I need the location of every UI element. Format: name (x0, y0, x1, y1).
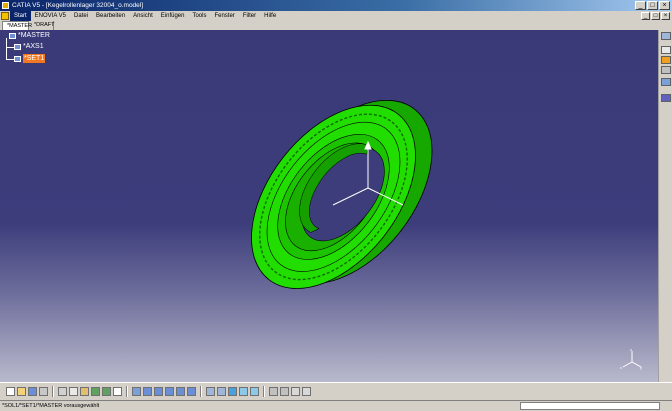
analysis-icon[interactable] (280, 387, 289, 396)
command-input[interactable] (520, 402, 660, 410)
tree-label-master: *MASTER (18, 32, 50, 39)
menu-item[interactable]: Ansicht (129, 11, 157, 21)
maximize-button[interactable]: □ (647, 1, 658, 10)
axis-label-x: x (620, 365, 622, 370)
catia-app-icon[interactable] (2, 2, 9, 9)
toolbar-separator (200, 386, 202, 397)
menu-item[interactable]: ENOVIA V5 (31, 11, 70, 21)
tab-bar: *MASTER *DRAFT (0, 21, 672, 30)
normal-view-icon[interactable] (206, 387, 215, 396)
select-icon[interactable] (661, 32, 671, 40)
compass-icon[interactable]: z x y (620, 348, 644, 370)
iso-view-icon[interactable] (217, 387, 226, 396)
axis-icon[interactable] (661, 78, 671, 86)
menu-list: Start ENOVIA V5 Datei Bearbeiten Ansicht Einf… (10, 11, 280, 21)
print-icon[interactable] (39, 387, 48, 396)
window-controls: _ □ × (635, 1, 670, 10)
tree-node-set1[interactable]: *SET1 (14, 54, 46, 63)
redo-icon[interactable] (102, 387, 111, 396)
tree-node-master[interactable]: *MASTER (9, 31, 50, 40)
menu-item[interactable]: Filter (239, 11, 260, 21)
bearing-model[interactable] (0, 30, 658, 382)
tree-node-axs1[interactable]: *AXS1 (14, 42, 44, 51)
tab-draft[interactable]: *DRAFT (30, 21, 54, 30)
window-title: CATIA V5 - [Kegelrollenlager 32004_o.mod… (12, 2, 144, 9)
tree-label-set1: *SET1 (23, 54, 46, 63)
pad-icon[interactable] (661, 56, 671, 64)
fly-icon[interactable] (132, 387, 141, 396)
rotate-icon[interactable] (165, 387, 174, 396)
zoom-in-icon[interactable] (176, 387, 185, 396)
save-icon[interactable] (28, 387, 37, 396)
right-toolbar (658, 30, 672, 382)
hide-show-icon[interactable] (239, 387, 248, 396)
menu-item[interactable]: Tools (188, 11, 210, 21)
hole-icon[interactable] (661, 66, 671, 74)
tree-label-axs1: *AXS1 (23, 43, 44, 50)
document-menu-icon[interactable] (1, 12, 9, 20)
undo-icon[interactable] (91, 387, 100, 396)
grid-icon[interactable] (302, 387, 311, 396)
bottom-toolbar (0, 382, 672, 401)
menu-item[interactable]: Start (10, 11, 31, 21)
zoom-out-icon[interactable] (187, 387, 196, 396)
set-icon (14, 55, 21, 62)
3d-viewport[interactable]: *MASTER *AXS1 *SET1 z x y (0, 30, 658, 382)
title-bar: CATIA V5 - [Kegelrollenlager 32004_o.mod… (0, 0, 672, 11)
document-controls: _ □ × (641, 12, 670, 20)
open-icon[interactable] (17, 387, 26, 396)
minimize-button[interactable]: _ (635, 1, 646, 10)
menu-item[interactable]: Einfügen (157, 11, 189, 21)
cut-icon[interactable] (58, 387, 67, 396)
close-button[interactable]: × (659, 1, 670, 10)
axis-system-tree-icon (14, 43, 21, 50)
whats-this-icon[interactable] (113, 387, 122, 396)
menu-item[interactable]: Fenster (210, 11, 238, 21)
list-icon[interactable] (661, 94, 671, 102)
copy-icon[interactable] (69, 387, 78, 396)
toolbar-separator (126, 386, 128, 397)
status-bar: *SOL1/*SET1/*MASTER vorausgewählt (0, 400, 672, 411)
axis-label-y: y (640, 365, 642, 370)
doc-restore-button[interactable]: □ (651, 12, 660, 20)
toolbar-separator (52, 386, 54, 397)
tab-master[interactable]: *MASTER (2, 21, 32, 30)
doc-close-button[interactable]: × (661, 12, 670, 20)
new-icon[interactable] (6, 387, 15, 396)
snap-icon[interactable] (291, 387, 300, 396)
fit-all-icon[interactable] (143, 387, 152, 396)
toolbar-separator (263, 386, 265, 397)
swap-space-icon[interactable] (250, 387, 259, 396)
menu-item[interactable]: Hilfe (260, 11, 280, 21)
menu-item[interactable]: Datei (70, 11, 92, 21)
part-icon (9, 32, 16, 39)
measure-icon[interactable] (269, 387, 278, 396)
shading-icon[interactable] (228, 387, 237, 396)
sketch-icon[interactable] (661, 46, 671, 54)
axis-label-z: z (630, 348, 632, 352)
menu-item[interactable]: Bearbeiten (92, 11, 129, 21)
doc-minimize-button[interactable]: _ (641, 12, 650, 20)
paste-icon[interactable] (80, 387, 89, 396)
pan-icon[interactable] (154, 387, 163, 396)
